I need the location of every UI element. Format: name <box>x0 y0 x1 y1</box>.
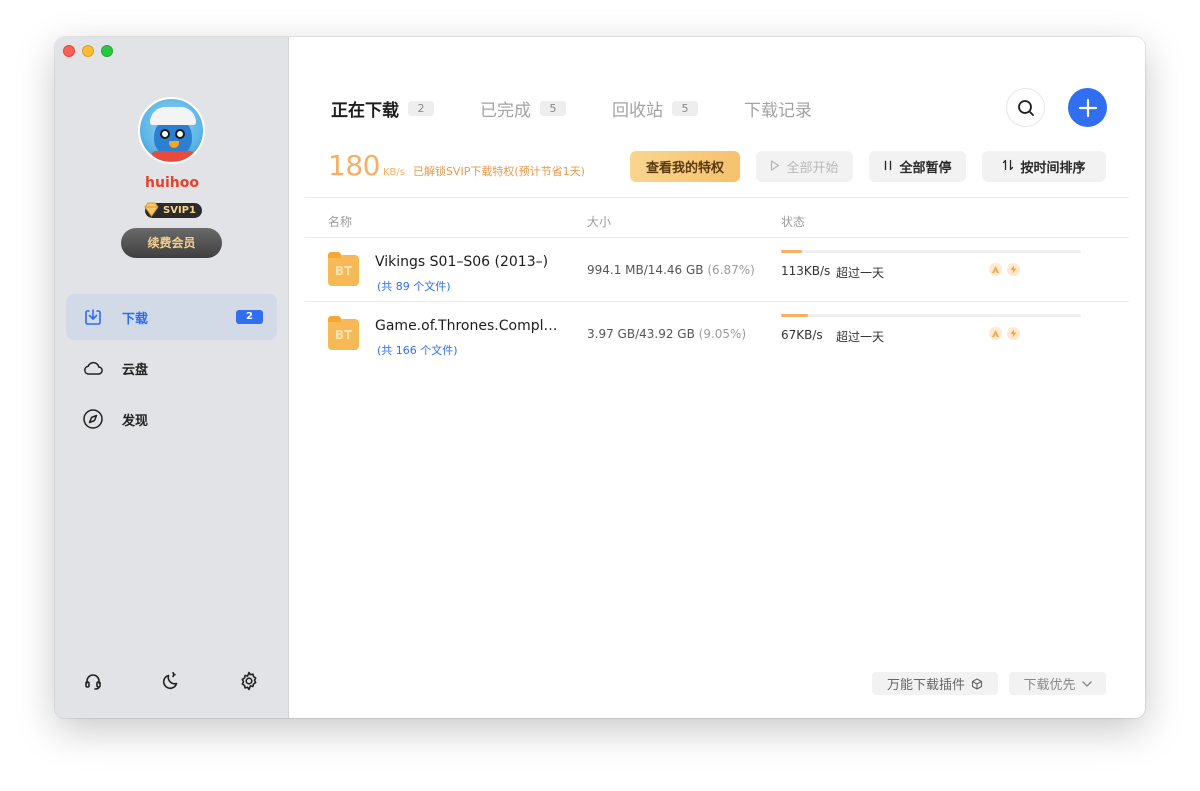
sort-by-time-button[interactable]: 按时间排序 <box>982 151 1106 182</box>
tab-download-history[interactable]: 下载记录 <box>744 96 812 121</box>
pause-icon <box>883 160 893 174</box>
sidebar-item-label: 云盘 <box>122 362 149 378</box>
accelerate-icon[interactable] <box>989 263 1002 276</box>
download-tray-icon <box>82 306 104 328</box>
minimize-window-button[interactable] <box>82 45 94 57</box>
search-icon <box>1017 99 1034 116</box>
tab-count: 5 <box>672 101 698 116</box>
avatar[interactable] <box>138 97 205 164</box>
time-remaining: 超过一天 <box>836 330 885 344</box>
sidebar-item-download[interactable]: 下载 2 <box>66 294 277 340</box>
speed-unit: KB/s <box>382 167 405 178</box>
time-remaining: 超过一天 <box>836 266 885 280</box>
window-controls <box>63 45 113 57</box>
accelerate-icon[interactable] <box>989 327 1002 340</box>
tab-bar: 正在下载 2 已完成 5 回收站 5 下载记录 <box>331 96 858 121</box>
speed-value: 180 <box>328 149 380 182</box>
progress-fill <box>781 250 802 253</box>
button-label: 按时间排序 <box>1020 161 1086 176</box>
tab-label: 回收站 <box>612 101 663 121</box>
lightning-icon[interactable] <box>1007 263 1020 276</box>
download-speed: 67KB/s <box>781 328 823 342</box>
download-speed: 113KB/s <box>781 264 831 278</box>
file-count-link[interactable]: (共 166 个文件) <box>377 342 458 358</box>
chevron-down-icon <box>1081 680 1092 687</box>
progress-bar <box>781 250 1081 253</box>
play-icon <box>770 159 780 174</box>
column-header-status[interactable]: 状态 <box>781 213 805 230</box>
bt-folder-icon: BT <box>328 252 359 286</box>
username[interactable]: huihoo <box>55 175 289 191</box>
column-header-name[interactable]: 名称 <box>328 213 352 230</box>
file-size: 3.97 GB/43.92 GB (9.05%) <box>587 327 747 341</box>
button-label: 万能下载插件 <box>886 678 965 693</box>
cloud-icon <box>82 357 104 379</box>
zoom-window-button[interactable] <box>101 45 113 57</box>
button-label: 全部开始 <box>786 161 839 176</box>
table-row[interactable]: BT Game.of.Thrones.Complete.Series (共 16… <box>305 302 1129 365</box>
column-header-size[interactable]: 大小 <box>587 213 611 230</box>
diamond-icon <box>144 202 159 217</box>
plus-icon <box>1078 98 1097 117</box>
cube-icon <box>971 677 983 690</box>
sort-arrows-icon <box>1002 159 1014 174</box>
tab-label: 已完成 <box>480 101 531 121</box>
download-plugin-button[interactable]: 万能下载插件 <box>872 672 998 695</box>
app-window: huihoo SVIP1 续费会员 下载 2 云盘 发现 正在下载 2 已完成 … <box>55 37 1145 718</box>
pause-all-button[interactable]: 全部暂停 <box>869 151 966 182</box>
row-status-icons <box>989 327 1020 340</box>
lightning-icon[interactable] <box>1007 327 1020 340</box>
bt-folder-icon: BT <box>328 316 359 350</box>
button-label: 查看我的特权 <box>645 161 724 176</box>
svip-speed-note: 已解锁SVIP下载特权(预计节省1天) <box>412 165 585 178</box>
view-privileges-button[interactable]: 查看我的特权 <box>630 151 740 182</box>
start-all-button[interactable]: 全部开始 <box>756 151 853 182</box>
file-name: Vikings S01–S06 (2013–) <box>375 254 549 270</box>
close-window-button[interactable] <box>63 45 75 57</box>
table-row[interactable]: BT Vikings S01–S06 (2013–) (共 89 个文件) 99… <box>305 238 1129 301</box>
sidebar-bottom-bar <box>55 669 289 693</box>
speed-indicator: 180 KB/s 已解锁SVIP下载特权(预计节省1天) <box>328 149 585 182</box>
sidebar-item-discover[interactable]: 发现 <box>66 396 277 442</box>
sidebar-item-label: 发现 <box>122 413 149 429</box>
compass-icon <box>82 408 104 430</box>
gear-icon[interactable] <box>237 669 261 693</box>
moon-icon[interactable] <box>159 669 183 693</box>
sidebar: huihoo SVIP1 续费会员 下载 2 云盘 发现 <box>55 37 289 718</box>
add-download-button[interactable] <box>1068 88 1107 127</box>
svip-badge: SVIP1 <box>144 202 202 218</box>
download-count-badge: 2 <box>236 310 263 324</box>
progress-fill <box>781 314 809 317</box>
headset-icon[interactable] <box>81 669 105 693</box>
tab-completed[interactable]: 已完成 5 <box>480 96 566 121</box>
file-size: 994.1 MB/14.46 GB (6.87%) <box>587 263 755 277</box>
file-count-link[interactable]: (共 89 个文件) <box>377 278 451 294</box>
tab-label: 正在下载 <box>331 101 399 121</box>
download-priority-dropdown[interactable]: 下载优先 <box>1009 672 1106 695</box>
renew-membership-button[interactable]: 续费会员 <box>121 228 222 258</box>
file-name: Game.of.Thrones.Complete.Series <box>375 318 565 334</box>
main-panel: 正在下载 2 已完成 5 回收站 5 下载记录 180 KB/s 已解锁SVIP… <box>289 37 1145 718</box>
tab-count: 5 <box>540 101 566 116</box>
tab-count: 2 <box>408 101 434 116</box>
svip-label: SVIP1 <box>163 205 196 216</box>
search-button[interactable] <box>1006 88 1045 127</box>
button-label: 全部暂停 <box>899 161 952 176</box>
header-divider <box>305 197 1129 198</box>
dropdown-value: 下载优先 <box>1023 678 1076 693</box>
tab-recycle-bin[interactable]: 回收站 5 <box>612 96 698 121</box>
sidebar-item-label: 下载 <box>122 311 149 327</box>
row-status-icons <box>989 263 1020 276</box>
sidebar-item-cloud[interactable]: 云盘 <box>66 345 277 391</box>
tab-downloading[interactable]: 正在下载 2 <box>331 96 434 121</box>
top-actions <box>1006 88 1107 127</box>
progress-bar <box>781 314 1081 317</box>
tab-label: 下载记录 <box>744 101 812 121</box>
